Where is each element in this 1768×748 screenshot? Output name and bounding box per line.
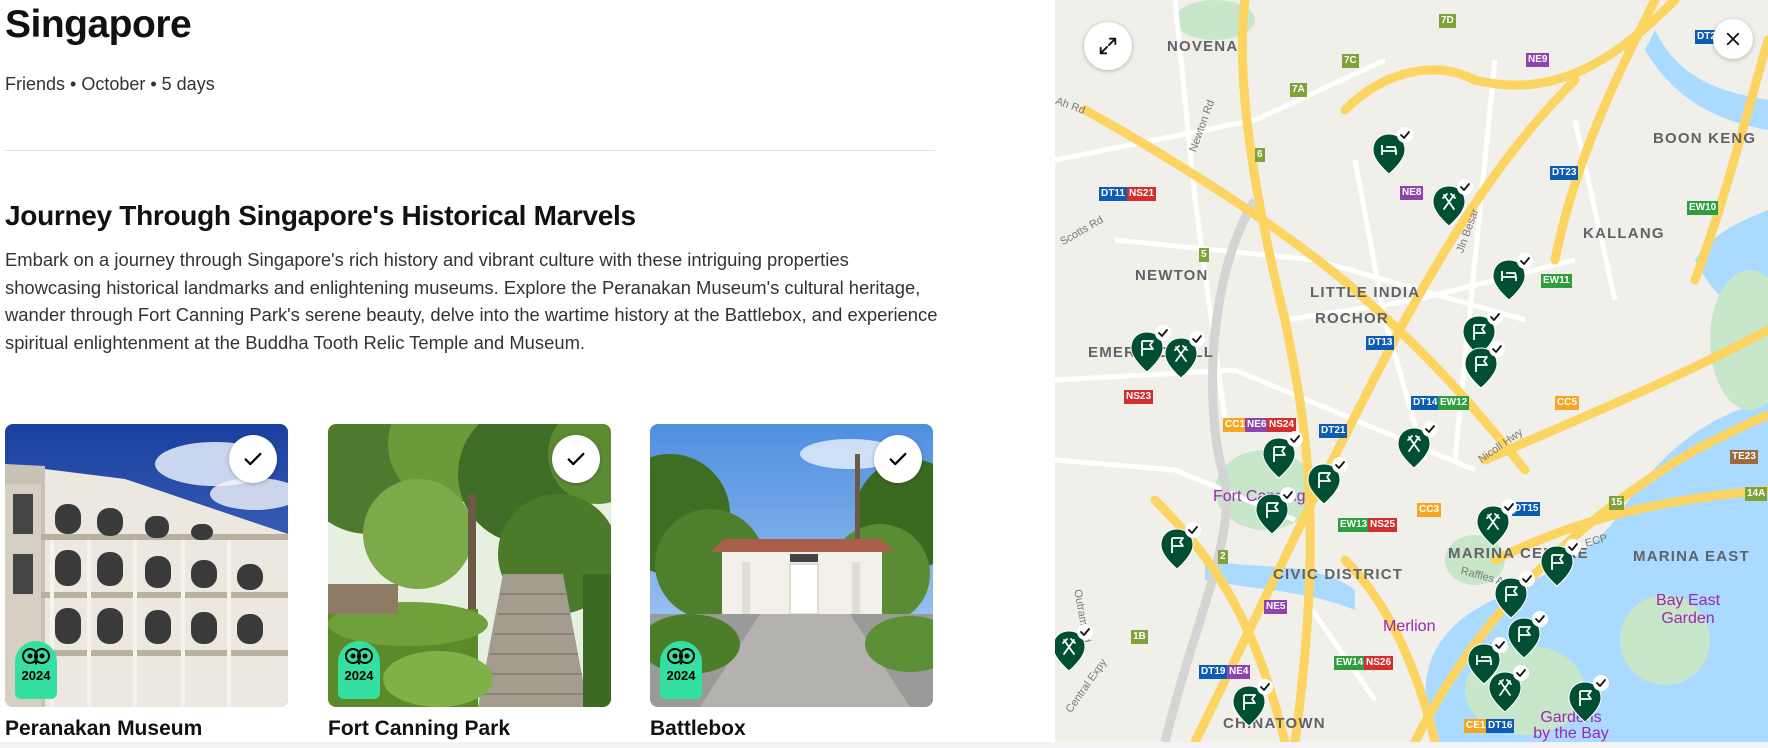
map-area-label: LITTLE INDIA: [1310, 284, 1421, 301]
award-year: 2024: [344, 668, 374, 683]
section-title: Journey Through Singapore's Historical M…: [5, 200, 636, 231]
mrt-station-label: 15: [1609, 496, 1625, 510]
mrt-station-label: EW10: [1687, 201, 1719, 215]
check-icon: [889, 452, 907, 466]
map-pin-flag-icon[interactable]: [1463, 340, 1507, 392]
map-area-label: KALLANG: [1583, 225, 1665, 242]
mrt-station-label: 7A: [1290, 83, 1307, 97]
mrt-station-label: 14A: [1745, 487, 1768, 501]
map-area-label: CIVIC DISTRICT: [1273, 566, 1404, 583]
map-pin-flag-icon[interactable]: [1254, 486, 1298, 538]
map-poi-label: Merlion: [1383, 618, 1436, 635]
owl-icon: [667, 648, 695, 665]
selected-toggle-button[interactable]: [552, 435, 600, 483]
card-title[interactable]: Fort Canning Park: [328, 717, 510, 741]
mrt-station-label: NE9: [1526, 53, 1550, 67]
map-area-label: NEWTON: [1135, 267, 1209, 284]
page-bottom-edge: [0, 742, 1768, 748]
map-pin-hotel-icon[interactable]: [1491, 252, 1535, 304]
mrt-station-label: DT19: [1199, 665, 1228, 679]
mrt-station-label: NS25: [1368, 518, 1398, 532]
map-poi-label: Bay East Garden: [1655, 592, 1721, 627]
mrt-station-label: DT13: [1366, 336, 1395, 350]
map-pin-food-icon[interactable]: [1431, 178, 1475, 230]
mrt-station-label: DT23: [1550, 166, 1579, 180]
map-area-label: NOVENA: [1167, 38, 1239, 55]
mrt-station-label: CC5: [1555, 396, 1580, 410]
map-pin-food-icon[interactable]: [1475, 498, 1519, 550]
map-pin-flag-icon[interactable]: [1231, 678, 1275, 730]
award-year: 2024: [666, 668, 696, 683]
selected-toggle-button[interactable]: [229, 435, 277, 483]
mrt-station-label: 5: [1199, 248, 1209, 262]
owl-icon: [22, 648, 50, 665]
card-title[interactable]: Peranakan Museum: [5, 717, 202, 741]
map-pin-flag-icon[interactable]: [1159, 521, 1203, 573]
mrt-station-label: EW14: [1334, 656, 1366, 670]
map-pin-food-icon[interactable]: [1487, 664, 1531, 716]
expand-map-button[interactable]: [1084, 22, 1132, 70]
mrt-station-label: NE8: [1400, 186, 1424, 200]
mrt-station-label: TE23: [1730, 450, 1758, 464]
card-photo[interactable]: 2024: [328, 424, 611, 707]
mrt-station-label: DT11: [1099, 187, 1127, 201]
map-area-label: ROCHOR: [1315, 310, 1389, 327]
map-pin-flag-icon[interactable]: [1567, 674, 1611, 726]
map-panel[interactable]: NOVENA NEWTON LITTLE INDIA ROCHOR KALLAN…: [1055, 0, 1768, 742]
mrt-station-label: 6: [1255, 148, 1265, 162]
mrt-station-label: NE5: [1264, 600, 1288, 614]
card-photo[interactable]: 2024: [650, 424, 933, 707]
mrt-station-label: NE4: [1227, 665, 1251, 679]
award-year: 2024: [21, 668, 51, 683]
mrt-station-label: DT21: [1319, 424, 1348, 438]
map-pin-flag-icon[interactable]: [1539, 538, 1583, 590]
map-pin-flag-icon[interactable]: [1306, 456, 1350, 508]
map-pin-food-icon[interactable]: [1055, 623, 1095, 675]
close-icon: [1726, 32, 1740, 46]
map-pin-flag-icon[interactable]: [1506, 610, 1550, 662]
travellers-choice-badge: 2024: [660, 641, 702, 699]
travellers-choice-badge: 2024: [15, 641, 57, 699]
map-pin-food-icon[interactable]: [1396, 420, 1440, 472]
owl-icon: [345, 648, 373, 665]
mrt-station-label: NS26: [1364, 656, 1394, 670]
mrt-station-label: CC3: [1417, 503, 1442, 517]
mrt-station-label: CC1: [1223, 418, 1248, 432]
mrt-station-label: CE1: [1464, 719, 1488, 733]
place-card-battlebox[interactable]: 2024 Battlebox: [650, 424, 933, 740]
trip-title: Singapore: [5, 3, 192, 46]
mrt-station-label: EW13: [1338, 518, 1370, 532]
expand-icon: [1099, 37, 1117, 55]
selected-toggle-button[interactable]: [874, 435, 922, 483]
mrt-station-label: NS21: [1127, 187, 1157, 201]
divider: [5, 150, 935, 151]
map-pin-hotel-icon[interactable]: [1371, 126, 1415, 178]
mrt-station-label: DT16: [1486, 719, 1515, 733]
check-icon: [244, 452, 262, 466]
mrt-station-label: NS23: [1124, 390, 1154, 404]
mrt-station-label: 1B: [1131, 630, 1148, 644]
section-description: Embark on a journey through Singapore's …: [5, 249, 938, 353]
close-map-button[interactable]: [1713, 19, 1753, 59]
mrt-station-label: EW11: [1541, 274, 1572, 288]
trip-meta: Friends • October • 5 days: [5, 74, 215, 94]
map-pin-flag-icon[interactable]: [1261, 430, 1305, 482]
mrt-station-label: 7D: [1439, 14, 1456, 28]
map-area-label: MARINA EAST: [1633, 548, 1750, 565]
card-photo[interactable]: 2024: [5, 424, 288, 707]
mrt-station-label: 2: [1218, 550, 1228, 564]
mrt-station-label: DT14: [1411, 396, 1440, 410]
mrt-station-label: 7C: [1342, 54, 1359, 68]
map-area-label: BOON KENG: [1653, 130, 1757, 147]
check-icon: [567, 452, 585, 466]
place-card-fort-canning-park[interactable]: 2024 Fort Canning Park: [328, 424, 611, 740]
map-pin-food-icon[interactable]: [1163, 330, 1207, 382]
card-title[interactable]: Battlebox: [650, 717, 746, 741]
travellers-choice-badge: 2024: [338, 641, 380, 699]
mrt-station-label: EW12: [1438, 396, 1470, 410]
place-card-peranakan-museum[interactable]: 2024 Peranakan Museum: [5, 424, 288, 740]
